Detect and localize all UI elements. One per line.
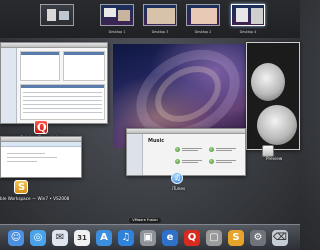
dock-tooltip: VMware Fusion bbox=[129, 218, 161, 223]
space-desktop-2[interactable]: Desktop 2 bbox=[186, 4, 220, 34]
calendar-icon-glyph: 31 bbox=[77, 234, 87, 242]
space-thumbnail bbox=[186, 4, 220, 26]
trash-icon-glyph: ⌫ bbox=[272, 232, 288, 243]
quicken-icon: Q bbox=[34, 120, 48, 134]
app-store-icon-glyph: A bbox=[100, 232, 108, 243]
vm-caption: ble Workspace — Win7 • VS2008 bbox=[0, 196, 70, 201]
safari-icon-glyph: ◎ bbox=[33, 232, 43, 243]
workspace-icon[interactable]: S bbox=[228, 230, 244, 246]
internet-explorer-icon[interactable]: e bbox=[162, 230, 178, 246]
photo-icon-glyph: ▢ bbox=[209, 232, 219, 243]
trash-icon[interactable]: ⌫ bbox=[272, 230, 288, 246]
finder-icon-glyph: ☺ bbox=[10, 232, 22, 243]
music-item-icon bbox=[209, 147, 214, 152]
quicken-panel bbox=[20, 51, 60, 81]
quicken-icon[interactable]: Q bbox=[184, 230, 200, 246]
space-thumbnail bbox=[40, 4, 74, 26]
space-thumbnail bbox=[100, 4, 134, 26]
itunes-icon: ♫ bbox=[171, 172, 183, 184]
space-label: Desktop 4 bbox=[239, 30, 257, 34]
photo-caption: Preview bbox=[266, 156, 283, 161]
itunes-icon-glyph: ♫ bbox=[121, 232, 131, 243]
photo-window[interactable] bbox=[246, 42, 300, 150]
quicken-register bbox=[20, 84, 105, 120]
photo-icon[interactable]: ▢ bbox=[206, 230, 222, 246]
app-store-icon[interactable]: A bbox=[96, 230, 112, 246]
photo-baby bbox=[257, 105, 297, 145]
spaces-bar: Desktop 1 Desktop 3 Desktop 2 Desktop 4 bbox=[0, 0, 300, 38]
vmware-icon[interactable]: ▣ bbox=[140, 230, 156, 246]
vm-window[interactable] bbox=[0, 136, 82, 178]
music-item-icon bbox=[175, 147, 180, 152]
internet-explorer-icon-glyph: e bbox=[166, 232, 174, 243]
safari-icon[interactable]: ◎ bbox=[30, 230, 46, 246]
music-item-icon bbox=[209, 159, 214, 164]
quicken-icon-glyph: Q bbox=[187, 232, 197, 243]
workspace-icon-glyph: S bbox=[232, 232, 240, 243]
itunes-caption: iTunes bbox=[172, 186, 186, 191]
space-dashboard[interactable] bbox=[40, 4, 74, 28]
space-desktop-1[interactable]: Desktop 1 bbox=[100, 4, 134, 34]
space-thumbnail bbox=[143, 4, 177, 26]
quicken-sidebar bbox=[1, 48, 17, 123]
quicken-window[interactable] bbox=[0, 42, 108, 124]
space-label: Desktop 2 bbox=[194, 30, 212, 34]
vm-toolbar bbox=[1, 142, 81, 147]
utility-icon-glyph: ⚙ bbox=[253, 232, 263, 243]
quicken-panel bbox=[63, 51, 105, 81]
photo-face bbox=[251, 63, 285, 101]
mail-icon-glyph: ✉ bbox=[55, 232, 65, 243]
utility-icon[interactable]: ⚙ bbox=[250, 230, 266, 246]
music-heading: Music bbox=[148, 138, 165, 144]
vmware-icon-glyph: ▣ bbox=[143, 232, 153, 243]
finder-icon[interactable]: ☺ bbox=[8, 230, 24, 246]
space-desktop-3[interactable]: Desktop 3 bbox=[143, 4, 177, 34]
itunes-window[interactable]: Music bbox=[126, 128, 246, 176]
mail-icon[interactable]: ✉ bbox=[52, 230, 68, 246]
itunes-sidebar bbox=[127, 134, 143, 175]
music-item-icon bbox=[175, 159, 180, 164]
calendar-icon[interactable]: 31 bbox=[74, 230, 90, 246]
workspace-icon: S bbox=[14, 180, 28, 194]
space-desktop-4[interactable]: Desktop 4 bbox=[231, 4, 265, 34]
itunes-icon[interactable]: ♫ bbox=[118, 230, 134, 246]
window-titlebar bbox=[127, 129, 245, 134]
space-thumbnail bbox=[231, 4, 265, 26]
